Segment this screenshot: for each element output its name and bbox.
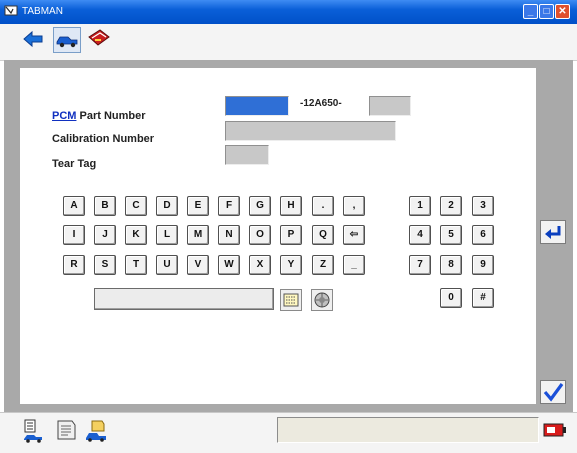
close-button[interactable]: ✕ bbox=[555, 4, 570, 19]
part-number-separator: -12A650- bbox=[300, 98, 342, 109]
key-k[interactable]: K bbox=[125, 225, 147, 245]
tabman-window: TABMAN _ □ ✕ PCM Part Number -12A650- Ca… bbox=[0, 0, 577, 453]
key-5[interactable]: 5 bbox=[440, 225, 462, 245]
battery-icon bbox=[543, 422, 567, 438]
part-prefix-field[interactable] bbox=[225, 96, 289, 116]
key-h[interactable]: H bbox=[280, 196, 302, 216]
key-0[interactable]: 0 bbox=[440, 288, 462, 308]
tear-tag-label: Tear Tag bbox=[52, 158, 97, 170]
key-hash[interactable]: # bbox=[472, 288, 494, 308]
key-9[interactable]: 9 bbox=[472, 255, 494, 275]
key-y[interactable]: Y bbox=[280, 255, 302, 275]
key-t[interactable]: T bbox=[125, 255, 147, 275]
key-a[interactable]: A bbox=[63, 196, 85, 216]
document-icon[interactable] bbox=[53, 417, 80, 444]
key-g[interactable]: G bbox=[249, 196, 271, 216]
key-l[interactable]: L bbox=[156, 225, 178, 245]
checkmark-icon bbox=[543, 383, 564, 402]
key-j[interactable]: J bbox=[94, 225, 116, 245]
vehicle-list-icon[interactable] bbox=[22, 417, 49, 444]
content-panel: PCM Part Number -12A650- Calibration Num… bbox=[20, 68, 536, 404]
return-arrow-icon bbox=[545, 226, 561, 239]
calibration-number-field[interactable] bbox=[225, 121, 396, 141]
key-p[interactable]: P bbox=[280, 225, 302, 245]
key-1[interactable]: 1 bbox=[409, 196, 431, 216]
key-v[interactable]: V bbox=[187, 255, 209, 275]
key-q[interactable]: Q bbox=[312, 225, 334, 245]
key-backspace[interactable]: ⇦ bbox=[343, 225, 365, 245]
return-button[interactable] bbox=[540, 220, 566, 244]
globe-icon[interactable] bbox=[311, 289, 333, 311]
key-n[interactable]: N bbox=[218, 225, 240, 245]
key-underscore[interactable]: _ bbox=[343, 255, 365, 275]
key-c[interactable]: C bbox=[125, 196, 147, 216]
key-7[interactable]: 7 bbox=[409, 255, 431, 275]
part-number-label: PCM Part Number bbox=[52, 110, 146, 122]
minimize-button[interactable]: _ bbox=[523, 4, 538, 19]
key-f[interactable]: F bbox=[218, 196, 240, 216]
maximize-button[interactable]: □ bbox=[539, 4, 554, 19]
pcm-link[interactable]: PCM bbox=[52, 110, 76, 122]
key-period[interactable]: . bbox=[312, 196, 334, 216]
title-bar: TABMAN _ □ ✕ bbox=[0, 0, 577, 24]
key-comma[interactable]: , bbox=[343, 196, 365, 216]
key-i[interactable]: I bbox=[63, 225, 85, 245]
key-b[interactable]: B bbox=[94, 196, 116, 216]
toolbox-icon[interactable] bbox=[86, 27, 114, 53]
key-u[interactable]: U bbox=[156, 255, 178, 275]
vehicle-icon[interactable] bbox=[53, 27, 81, 53]
window-title: TABMAN bbox=[22, 6, 63, 17]
key-o[interactable]: O bbox=[249, 225, 271, 245]
status-bar bbox=[0, 412, 577, 453]
key-x[interactable]: X bbox=[249, 255, 271, 275]
confirm-button[interactable] bbox=[540, 380, 566, 404]
tear-tag-field[interactable] bbox=[225, 145, 269, 165]
key-m[interactable]: M bbox=[187, 225, 209, 245]
key-r[interactable]: R bbox=[63, 255, 85, 275]
key-z[interactable]: Z bbox=[312, 255, 334, 275]
part-suffix-field[interactable] bbox=[369, 96, 411, 116]
key-s[interactable]: S bbox=[94, 255, 116, 275]
status-field bbox=[277, 417, 539, 443]
toolbar bbox=[0, 24, 577, 61]
key-e[interactable]: E bbox=[187, 196, 209, 216]
key-8[interactable]: 8 bbox=[440, 255, 462, 275]
app-icon bbox=[4, 5, 18, 16]
key-6[interactable]: 6 bbox=[472, 225, 494, 245]
calibration-number-label: Calibration Number bbox=[52, 133, 155, 145]
back-arrow-icon[interactable] bbox=[20, 27, 48, 53]
keypad-icon[interactable] bbox=[280, 289, 302, 311]
key-2[interactable]: 2 bbox=[440, 196, 462, 216]
main-frame: PCM Part Number -12A650- Calibration Num… bbox=[4, 60, 573, 412]
key-4[interactable]: 4 bbox=[409, 225, 431, 245]
vehicle-folder-icon[interactable] bbox=[84, 417, 111, 444]
space-bar[interactable] bbox=[94, 288, 274, 310]
key-w[interactable]: W bbox=[218, 255, 240, 275]
key-d[interactable]: D bbox=[156, 196, 178, 216]
key-3[interactable]: 3 bbox=[472, 196, 494, 216]
